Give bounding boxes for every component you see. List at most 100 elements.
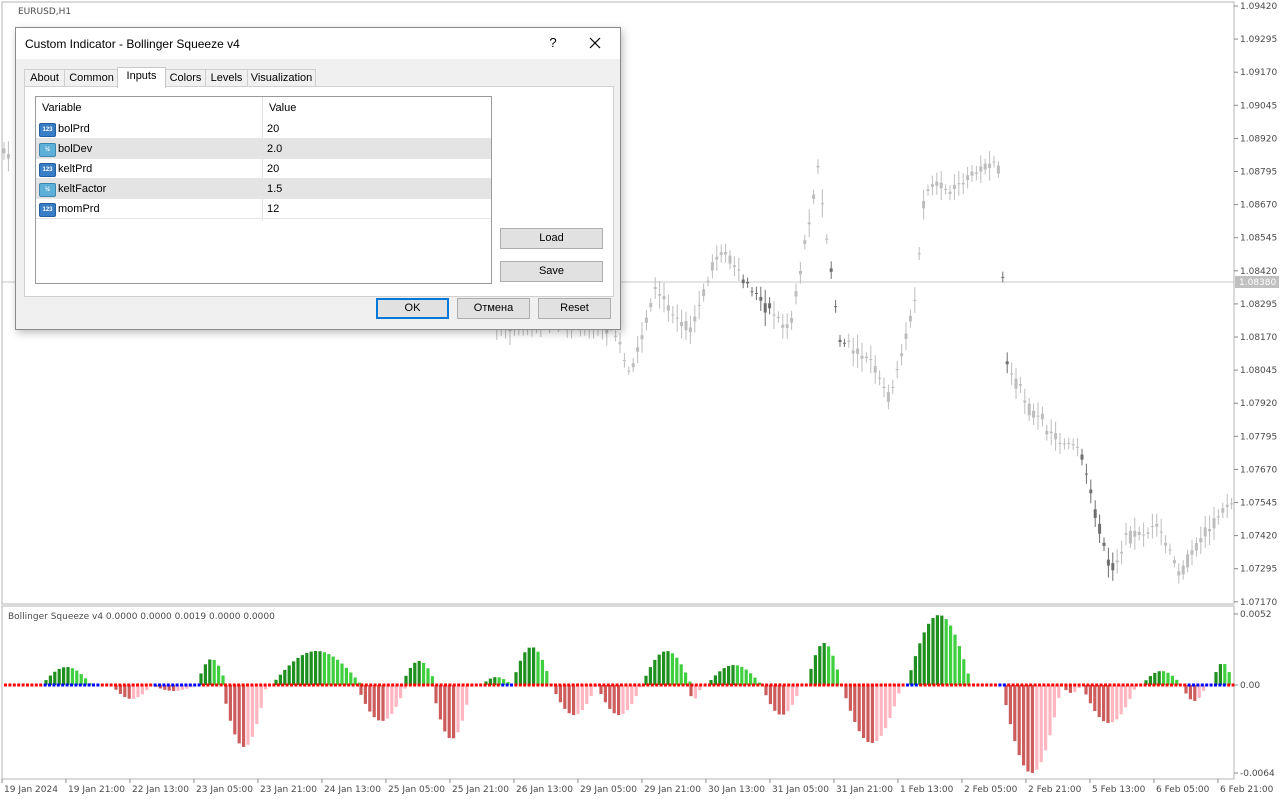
squeeze-dot — [1002, 683, 1006, 687]
save-button[interactable]: Save — [500, 261, 603, 282]
close-icon — [589, 37, 601, 49]
candle-body — [1142, 534, 1146, 536]
squeeze-dot — [888, 683, 892, 687]
variable-value[interactable]: 20 — [267, 119, 279, 139]
squeeze-dot — [624, 683, 628, 687]
squeeze-dot — [994, 683, 997, 687]
candle-body — [728, 255, 732, 264]
histogram-bar — [675, 657, 679, 685]
candle-body — [1168, 549, 1172, 551]
candle-body — [1164, 542, 1168, 546]
histogram-bar — [283, 669, 287, 685]
help-button[interactable]: ? — [543, 33, 563, 53]
candle-body — [807, 222, 811, 225]
price-tick-label: 1.08045 — [1240, 366, 1277, 376]
tab-levels[interactable]: Levels — [205, 69, 248, 87]
squeeze-dot — [320, 683, 324, 687]
tab-common[interactable]: Common — [64, 69, 119, 87]
squeeze-dot — [1029, 683, 1033, 687]
close-button[interactable] — [584, 32, 606, 54]
histogram-bar — [136, 685, 140, 698]
squeeze-dot — [74, 683, 78, 687]
price-tick-label: 1.07795 — [1240, 432, 1277, 442]
candle-body — [741, 279, 745, 284]
squeeze-dot — [1121, 683, 1125, 687]
tab-about[interactable]: About — [24, 69, 65, 87]
histogram-bar — [957, 646, 961, 685]
cancel-button[interactable]: Отмена — [457, 298, 530, 319]
squeeze-dot — [162, 683, 166, 687]
histogram-bar — [585, 685, 589, 704]
histogram-bar — [372, 685, 376, 718]
histogram-bar — [217, 665, 221, 685]
squeeze-dot — [298, 683, 302, 687]
squeeze-dot — [875, 683, 879, 687]
double-type-icon: ½ — [39, 143, 56, 157]
squeeze-dot — [1156, 683, 1160, 687]
squeeze-dot — [316, 683, 320, 687]
tab-inputs[interactable]: Inputs — [117, 67, 166, 88]
candle-body — [1080, 454, 1084, 460]
histogram-bar — [1153, 672, 1157, 685]
candle-body — [750, 291, 754, 293]
histogram-bar — [246, 685, 250, 745]
histogram-bar — [228, 685, 232, 721]
column-header-variable[interactable]: Variable — [36, 97, 262, 119]
candle-body — [1067, 443, 1071, 445]
time-tick-label: 2 Feb 05:00 — [964, 785, 1018, 795]
reset-button[interactable]: Reset — [538, 298, 611, 319]
table-row[interactable]: 123 keltPrd 20 — [36, 159, 491, 179]
squeeze-dot — [1007, 683, 1011, 687]
histogram-bar — [532, 647, 536, 685]
variable-value[interactable]: 12 — [267, 199, 279, 219]
variable-value[interactable]: 20 — [267, 159, 279, 179]
histogram-bar — [1119, 685, 1123, 715]
histogram-bar — [208, 659, 212, 685]
candle-body — [688, 327, 692, 333]
squeeze-dot — [554, 683, 557, 687]
squeeze-dot — [259, 683, 263, 687]
dialog-titlebar[interactable]: Custom Indicator - Bollinger Squeeze v4 … — [16, 28, 620, 59]
candle-body — [1133, 530, 1137, 537]
histogram-bar — [70, 668, 74, 685]
squeeze-dot — [879, 683, 883, 687]
histogram-bar — [848, 685, 852, 711]
tab-visualization[interactable]: Visualization — [247, 69, 316, 87]
inputs-table[interactable]: Variable Value 123 bolPrd 20 ½ bolDev 2.… — [35, 96, 492, 284]
squeeze-dot — [351, 683, 355, 687]
load-button[interactable]: Load — [500, 228, 603, 249]
squeeze-dot — [276, 683, 280, 687]
histogram-bar — [296, 657, 300, 685]
squeeze-dot — [1178, 683, 1182, 687]
candle-body — [798, 270, 802, 275]
candle-body — [1102, 542, 1106, 546]
histogram-bar — [857, 685, 861, 732]
candle-body — [1093, 509, 1097, 518]
squeeze-dot — [536, 683, 540, 687]
table-row[interactable]: ½ bolDev 2.0 — [36, 139, 491, 159]
ok-button[interactable]: OK — [376, 298, 449, 319]
table-row[interactable]: ½ keltFactor 1.5 — [36, 179, 491, 199]
table-row[interactable]: 123 momPrd 12 — [36, 199, 491, 219]
candle-body — [631, 363, 635, 368]
price-axis: 1.09420 1.09295 1.09170 1.09045 1.08920 1.087… — [1234, 2, 1277, 608]
candle-body — [1049, 431, 1053, 433]
column-header-value[interactable]: Value — [263, 97, 491, 119]
inputs-panel: Variable Value 123 bolPrd 20 ½ bolDev 2.… — [24, 86, 614, 297]
candle-body — [790, 317, 794, 323]
squeeze-dot — [725, 683, 729, 687]
histogram-bar — [1110, 685, 1114, 723]
squeeze-dot — [364, 683, 368, 687]
squeeze-dot — [567, 683, 571, 687]
variable-value[interactable]: 2.0 — [267, 139, 282, 159]
histogram-bar — [1214, 672, 1218, 685]
tab-colors[interactable]: Colors — [165, 69, 206, 87]
histogram-bar — [782, 685, 786, 715]
histogram-bar — [408, 667, 412, 685]
squeeze-dot — [848, 683, 852, 687]
histogram-bar — [727, 665, 731, 685]
table-row[interactable]: 123 bolPrd 20 — [36, 119, 491, 139]
histogram-bar — [1197, 685, 1201, 698]
squeeze-dot — [153, 683, 157, 687]
variable-value[interactable]: 1.5 — [267, 179, 282, 199]
